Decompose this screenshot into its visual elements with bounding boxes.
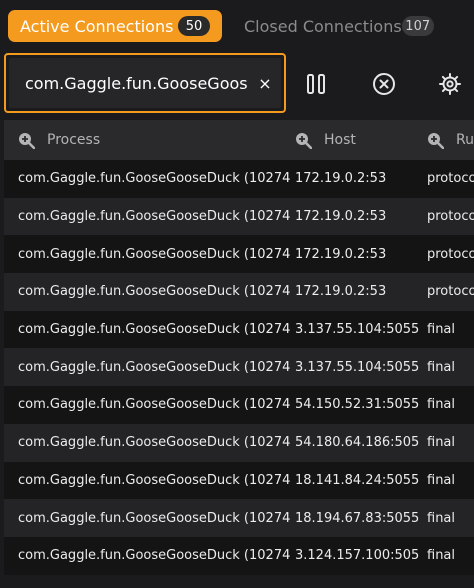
host-cell: 3.124.157.100:5058: [295, 548, 420, 564]
tab-label: Active Connections: [20, 16, 174, 36]
table-row[interactable]: com.Gaggle.fun.GooseGooseDuck (10274) 3.…: [4, 536, 474, 575]
rule-cell: final: [427, 510, 456, 526]
rule-cell: protoco: [427, 209, 474, 225]
search-field: ×: [4, 53, 286, 113]
connections-tab-bar: Active Connections 50 Closed Connections…: [0, 0, 474, 54]
host-cell: 172.19.0.2:53: [295, 284, 387, 300]
column-label: Process: [47, 132, 101, 148]
column-header-host[interactable]: Host: [295, 120, 356, 160]
pause-button[interactable]: [296, 64, 336, 104]
table-row[interactable]: com.Gaggle.fun.GooseGooseDuck (10274) 3.…: [4, 348, 474, 387]
host-cell: 172.19.0.2:53: [295, 246, 387, 262]
gear-icon: [439, 73, 461, 95]
zoom-in-icon: [296, 132, 312, 149]
column-header-rule[interactable]: Ru: [427, 120, 474, 160]
zoom-in-icon: [19, 132, 35, 149]
host-cell: 172.19.0.2:53: [295, 209, 387, 225]
count-badge: 107: [401, 16, 434, 36]
process-cell: com.Gaggle.fun.GooseGooseDuck (10274): [18, 171, 290, 187]
rule-cell: final: [427, 359, 456, 375]
rule-cell: final: [427, 472, 456, 488]
count-badge: 50: [178, 16, 210, 36]
process-cell: com.Gaggle.fun.GooseGooseDuck (10274): [18, 209, 290, 225]
search-box: ×: [9, 58, 281, 108]
process-cell: com.Gaggle.fun.GooseGooseDuck (10274): [18, 435, 290, 451]
table-row[interactable]: com.Gaggle.fun.GooseGooseDuck (10274) 18…: [4, 499, 474, 537]
table-row[interactable]: com.Gaggle.fun.GooseGooseDuck (10274) 17…: [4, 273, 474, 311]
column-header-process[interactable]: Process: [18, 120, 100, 160]
close-all-button[interactable]: [364, 64, 404, 104]
column-label: Ru: [456, 132, 474, 148]
process-cell: com.Gaggle.fun.GooseGooseDuck (10274): [18, 548, 290, 564]
connections-table: Process Host Ru com.Gaggle.fun.GooseGoos…: [4, 120, 474, 575]
tab-closed-connections[interactable]: Closed Connections 107: [232, 10, 440, 42]
process-cell: com.Gaggle.fun.GooseGooseDuck (10274): [18, 397, 290, 413]
rule-cell: final: [427, 435, 456, 451]
table-row[interactable]: com.Gaggle.fun.GooseGooseDuck (10274) 54…: [4, 386, 474, 424]
table-row[interactable]: com.Gaggle.fun.GooseGooseDuck (10274) 17…: [4, 235, 474, 274]
table-header: Process Host Ru: [4, 120, 474, 160]
process-cell: com.Gaggle.fun.GooseGooseDuck (10274): [18, 246, 290, 262]
process-cell: com.Gaggle.fun.GooseGooseDuck (10274): [18, 472, 290, 488]
column-label: Host: [324, 132, 356, 148]
table-row[interactable]: com.Gaggle.fun.GooseGooseDuck (10274) 17…: [4, 197, 474, 236]
process-cell: com.Gaggle.fun.GooseGooseDuck (10274): [18, 510, 290, 526]
settings-button[interactable]: [430, 64, 470, 104]
search-input[interactable]: [25, 73, 257, 93]
rule-cell: protoco: [427, 246, 474, 262]
host-cell: 18.141.84.24:5055: [295, 472, 420, 488]
rule-cell: final: [427, 322, 456, 338]
host-cell: 172.19.0.2:53: [295, 171, 387, 187]
pause-icon: [307, 74, 325, 94]
close-circle-icon: [373, 73, 395, 95]
rule-cell: final: [427, 397, 456, 413]
table-row[interactable]: com.Gaggle.fun.GooseGooseDuck (10274) 54…: [4, 423, 474, 462]
host-cell: 3.137.55.104:5055: [295, 322, 420, 338]
host-cell: 54.150.52.31:5055: [295, 397, 420, 413]
tab-label: Closed Connections: [244, 16, 402, 36]
host-cell: 3.137.55.104:5055: [295, 359, 420, 375]
rule-cell: final: [427, 548, 456, 564]
tab-active-connections[interactable]: Active Connections 50: [8, 10, 222, 42]
host-cell: 18.194.67.83:5055: [295, 510, 420, 526]
process-cell: com.Gaggle.fun.GooseGooseDuck (10274): [18, 322, 290, 338]
process-cell: com.Gaggle.fun.GooseGooseDuck (10274): [18, 359, 290, 375]
table-row[interactable]: com.Gaggle.fun.GooseGooseDuck (10274) 18…: [4, 461, 474, 500]
table-row[interactable]: com.Gaggle.fun.GooseGooseDuck (10274) 17…: [4, 160, 474, 198]
process-cell: com.Gaggle.fun.GooseGooseDuck (10274): [18, 284, 290, 300]
table-row[interactable]: com.Gaggle.fun.GooseGooseDuck (10274) 3.…: [4, 310, 474, 349]
zoom-in-icon: [428, 132, 444, 149]
clear-search-icon[interactable]: ×: [257, 74, 273, 93]
rule-cell: protoco: [427, 171, 474, 187]
host-cell: 54.180.64.186:5055: [295, 435, 420, 451]
rule-cell: protoco: [427, 284, 474, 300]
